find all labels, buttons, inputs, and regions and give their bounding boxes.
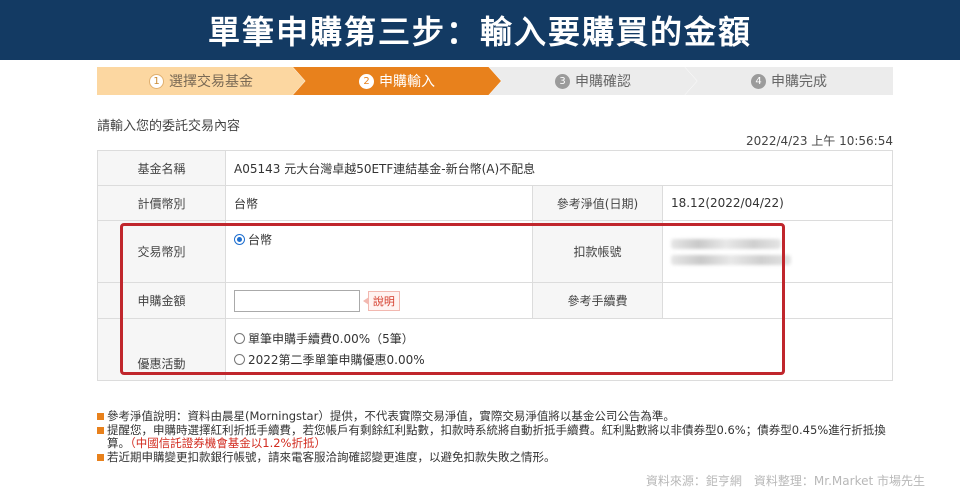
trade-currency-option[interactable]: 台幣 bbox=[225, 220, 533, 283]
explain-button[interactable]: 說明 bbox=[362, 290, 400, 311]
step-4-number: 4 bbox=[751, 73, 766, 89]
blurred-account-line-1 bbox=[670, 238, 781, 249]
trade-currency-radio[interactable] bbox=[234, 234, 245, 245]
step-1-number: 1 bbox=[149, 73, 164, 89]
promo-option-1-label: 單筆申購手續費0.00%（5筆） bbox=[248, 331, 414, 346]
fund-name-label: 基金名稱 bbox=[97, 150, 226, 186]
amount-input[interactable] bbox=[234, 289, 360, 312]
step-2-number: 2 bbox=[359, 73, 374, 89]
blurred-account-line-2 bbox=[670, 254, 791, 265]
fee-value bbox=[661, 282, 894, 319]
promo-radio-2[interactable] bbox=[234, 353, 245, 365]
notes: 參考淨值說明：資料由晨星(Morningstar）提供，不代表實際交易淨值，實際… bbox=[97, 410, 897, 465]
nav-value: 18.12(2022/04/22) bbox=[661, 185, 894, 221]
note-account: 若近期申購變更扣款銀行帳號，請來電客服洽詢確認變更進度，以避免扣款失敗之情形。 bbox=[97, 451, 897, 464]
row-promo: 優惠活動 單筆申購手續費0.00%（5筆） 2022第二季單筆申購優惠0.00% bbox=[97, 318, 893, 381]
note-nav-text: 參考淨值說明：資料由晨星(Morningstar）提供，不代表實際交易淨值，實際… bbox=[107, 409, 675, 423]
trade-currency-label: 交易幣別 bbox=[97, 220, 226, 283]
promo-options: 單筆申購手續費0.00%（5筆） 2022第二季單筆申購優惠0.00% bbox=[225, 318, 893, 381]
promo-option-2-label: 2022第二季單筆申購優惠0.00% bbox=[248, 352, 425, 367]
row-currency: 計價幣別 台幣 參考淨值(日期) 18.12(2022/04/22) bbox=[97, 185, 894, 221]
step-4: 4 申購完成 bbox=[685, 67, 893, 95]
step-progress-bar: 1 選擇交易基金 2 申購輸入 3 申購確認 4 申購完成 bbox=[97, 67, 893, 95]
banner: 單筆申購第三步：輸入要購買的金額 bbox=[0, 0, 960, 60]
currency-label: 計價幣別 bbox=[97, 185, 226, 221]
step-1-label: 選擇交易基金 bbox=[169, 74, 253, 90]
amount-cell: 說明 bbox=[225, 282, 533, 319]
note-account-text: 若近期申購變更扣款銀行帳號，請來電客服洽詢確認變更進度，以避免扣款失敗之情形。 bbox=[107, 450, 556, 464]
promo-option-2[interactable]: 2022第二季單筆申購優惠0.00% bbox=[234, 350, 884, 371]
step-3-label: 申購確認 bbox=[575, 74, 631, 90]
step-3-number: 3 bbox=[555, 73, 570, 89]
instruction-text: 請輸入您的委託交易內容 bbox=[97, 119, 241, 134]
debit-account-select[interactable] bbox=[661, 220, 894, 283]
fund-name-value: A05143 元大台灣卓越50ETF連結基金-新台幣(A)不配息 bbox=[225, 150, 893, 186]
trade-currency-radio-label: 台幣 bbox=[248, 233, 273, 247]
note-bonus-highlight: （中國信託證券機會基金以1.2%折抵） bbox=[130, 436, 326, 450]
nav-label: 參考淨值(日期) bbox=[531, 185, 663, 221]
promo-radio-1[interactable] bbox=[234, 332, 245, 344]
step-4-label: 申購完成 bbox=[771, 74, 827, 90]
step-3: 3 申購確認 bbox=[489, 67, 697, 95]
order-form: 基金名稱 A05143 元大台灣卓越50ETF連結基金-新台幣(A)不配息 計價… bbox=[97, 150, 894, 381]
row-trade-currency: 交易幣別 台幣 扣款帳號 bbox=[97, 220, 894, 283]
row-fund-name: 基金名稱 A05143 元大台灣卓越50ETF連結基金-新台幣(A)不配息 bbox=[97, 150, 893, 186]
promo-label: 優惠活動 bbox=[97, 318, 226, 381]
timestamp: 2022/4/23 上午 10:56:54 bbox=[745, 134, 893, 148]
source-credit: 資料來源：鉅亨網 資料整理：Mr.Market 市場先生 bbox=[645, 474, 925, 488]
debit-account-label: 扣款帳號 bbox=[531, 220, 663, 283]
note-bonus: 提醒您，申購時選擇紅利折抵手續費，若您帳戶有剩餘紅利點數，扣款時系統將自動折抵手… bbox=[97, 424, 897, 450]
amount-label: 申購金額 bbox=[97, 282, 226, 319]
step-2-label: 申購輸入 bbox=[379, 74, 435, 90]
fee-label: 參考手續費 bbox=[531, 282, 663, 319]
step-1: 1 選擇交易基金 bbox=[97, 67, 305, 95]
note-nav: 參考淨值說明：資料由晨星(Morningstar）提供，不代表實際交易淨值，實際… bbox=[97, 410, 897, 423]
row-amount: 申購金額 說明 參考手續費 bbox=[97, 282, 894, 319]
step-2-active: 2 申購輸入 bbox=[293, 67, 501, 95]
currency-value: 台幣 bbox=[225, 185, 533, 221]
banner-title: 單筆申購第三步：輸入要購買的金額 bbox=[207, 13, 752, 51]
promo-option-1[interactable]: 單筆申購手續費0.00%（5筆） bbox=[234, 329, 884, 350]
